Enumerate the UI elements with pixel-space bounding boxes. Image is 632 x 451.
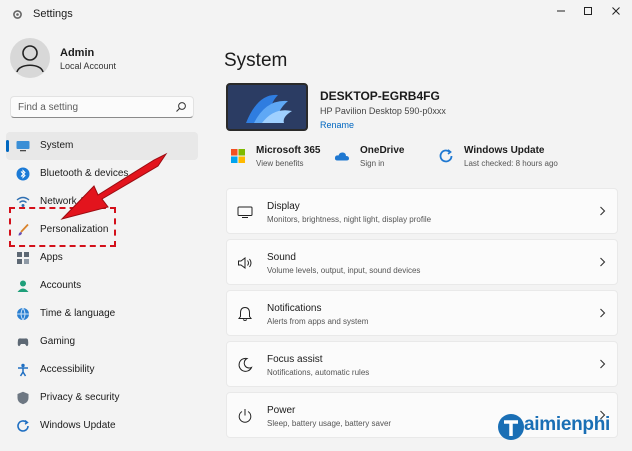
sidebar-item-gaming[interactable]: Gaming <box>6 328 198 356</box>
brush-icon <box>16 223 30 237</box>
chevron-right-icon <box>600 359 606 369</box>
card-title: Power <box>267 405 296 416</box>
card-description: Volume levels, output, input, sound devi… <box>267 266 421 275</box>
maximize-icon <box>584 7 592 15</box>
sidebar-item-privacy-security[interactable]: Privacy & security <box>6 384 198 412</box>
globe-clock-icon <box>16 307 30 321</box>
power-icon <box>237 408 253 424</box>
moon-icon <box>237 357 253 373</box>
search-input[interactable] <box>11 97 178 117</box>
cloud-icon <box>334 152 349 161</box>
sidebar-item-label: Apps <box>40 252 63 263</box>
card-title: Focus assist <box>267 354 323 365</box>
sidebar-nav: System Bluetooth & devices Network & in … <box>6 132 198 440</box>
card-description: Sleep, battery usage, battery saver <box>267 419 392 428</box>
card-title: Display <box>267 201 300 212</box>
rename-link[interactable]: Rename <box>320 120 354 130</box>
network-icon <box>16 195 30 209</box>
close-button[interactable] <box>600 0 632 22</box>
chevron-right-icon <box>600 308 606 318</box>
search-icon <box>176 102 186 112</box>
sidebar-item-system[interactable]: System <box>6 132 198 160</box>
watermark-logo-icon <box>498 414 524 440</box>
settings-window: Settings Admin Local Account Find a sett… <box>0 0 632 451</box>
card-title: Notifications <box>267 303 322 314</box>
monitor-icon <box>16 139 30 153</box>
card-description: Notifications, automatic rules <box>267 368 370 377</box>
person-icon <box>16 45 44 73</box>
display-icon <box>237 204 253 220</box>
sidebar-item-windows-update[interactable]: Windows Update <box>6 412 198 440</box>
gamepad-icon <box>16 335 30 349</box>
sidebar-item-label: Bluetooth & devices <box>40 168 129 179</box>
service-name: Windows Update <box>464 145 545 156</box>
service-name: OneDrive <box>360 145 405 156</box>
avatar <box>10 38 50 78</box>
sidebar-item-label: System <box>40 140 74 151</box>
bluetooth-icon <box>16 167 30 181</box>
card-display[interactable]: Display Monitors, brightness, night ligh… <box>226 188 618 234</box>
service-status: View benefits <box>256 159 304 168</box>
accessibility-icon <box>16 363 30 377</box>
card-description: Alerts from apps and system <box>267 317 369 326</box>
service-status: Sign in <box>360 159 385 168</box>
sidebar-item-accounts[interactable]: Accounts <box>6 272 198 300</box>
device-name: DESKTOP-EGRB4FG <box>320 89 440 103</box>
sidebar-item-label: Personalization <box>40 224 109 235</box>
search-box[interactable] <box>10 96 194 118</box>
account-type: Local Account <box>60 61 117 71</box>
card-focus-assist[interactable]: Focus assist Notifications, automatic ru… <box>226 341 618 387</box>
sidebar-item-label: Accessibility <box>40 364 95 375</box>
chevron-right-icon <box>600 206 606 216</box>
chevron-right-icon <box>600 257 606 267</box>
card-notifications[interactable]: Notifications Alerts from apps and syste… <box>226 290 618 336</box>
user-name: Admin <box>60 47 95 59</box>
service-microsoft-365[interactable]: Microsoft 365 View benefits <box>230 144 330 176</box>
minimize-icon <box>557 10 565 12</box>
watermark-text: aimienphi <box>524 414 610 435</box>
sidebar-item-bluetooth-devices[interactable]: Bluetooth & devices <box>6 160 198 188</box>
close-icon <box>612 7 620 15</box>
service-windows-update[interactable]: Windows Update Last checked: 8 hours ago <box>438 144 578 176</box>
title-bar: Settings <box>0 0 632 28</box>
microsoft-logo-icon <box>231 149 245 163</box>
sidebar-item-label: Time & language <box>40 308 116 319</box>
person-icon <box>16 279 30 293</box>
service-name: Microsoft 365 <box>256 145 321 156</box>
card-sound[interactable]: Sound Volume levels, output, input, soun… <box>226 239 618 285</box>
windows-bloom-wallpaper <box>228 85 306 129</box>
page-title: System <box>224 49 288 71</box>
sidebar-item-accessibility[interactable]: Accessibility <box>6 356 198 384</box>
shield-icon <box>16 391 30 405</box>
sidebar-item-apps[interactable]: Apps <box>6 244 198 272</box>
sidebar-item-network[interactable]: Network & in <box>6 188 198 216</box>
service-onedrive[interactable]: OneDrive Sign in <box>334 144 424 176</box>
bell-icon <box>237 306 253 322</box>
service-status: Last checked: 8 hours ago <box>464 159 558 168</box>
speaker-icon <box>237 255 253 271</box>
settings-app-icon <box>13 10 22 19</box>
device-model: HP Pavilion Desktop 590-p0xxx <box>320 106 446 116</box>
sidebar-item-label: Windows Update <box>40 420 116 431</box>
settings-list: Display Monitors, brightness, night ligh… <box>226 188 618 443</box>
sidebar-item-label: Network & in <box>40 196 97 207</box>
sidebar-item-personalization[interactable]: Personalization <box>6 216 198 244</box>
sidebar-item-label: Accounts <box>40 280 82 291</box>
window-title: Settings <box>33 8 73 20</box>
card-title: Sound <box>267 252 296 263</box>
sidebar-item-label: Gaming <box>40 336 76 347</box>
device-wallpaper-thumbnail <box>226 83 308 131</box>
apps-icon <box>16 251 30 265</box>
update-icon <box>439 149 453 163</box>
update-icon <box>16 419 30 433</box>
sidebar-item-time-language[interactable]: Time & language <box>6 300 198 328</box>
card-description: Monitors, brightness, night light, displ… <box>267 215 432 224</box>
watermark: aimienphi <box>496 410 628 446</box>
sidebar-item-label: Privacy & security <box>40 392 120 403</box>
